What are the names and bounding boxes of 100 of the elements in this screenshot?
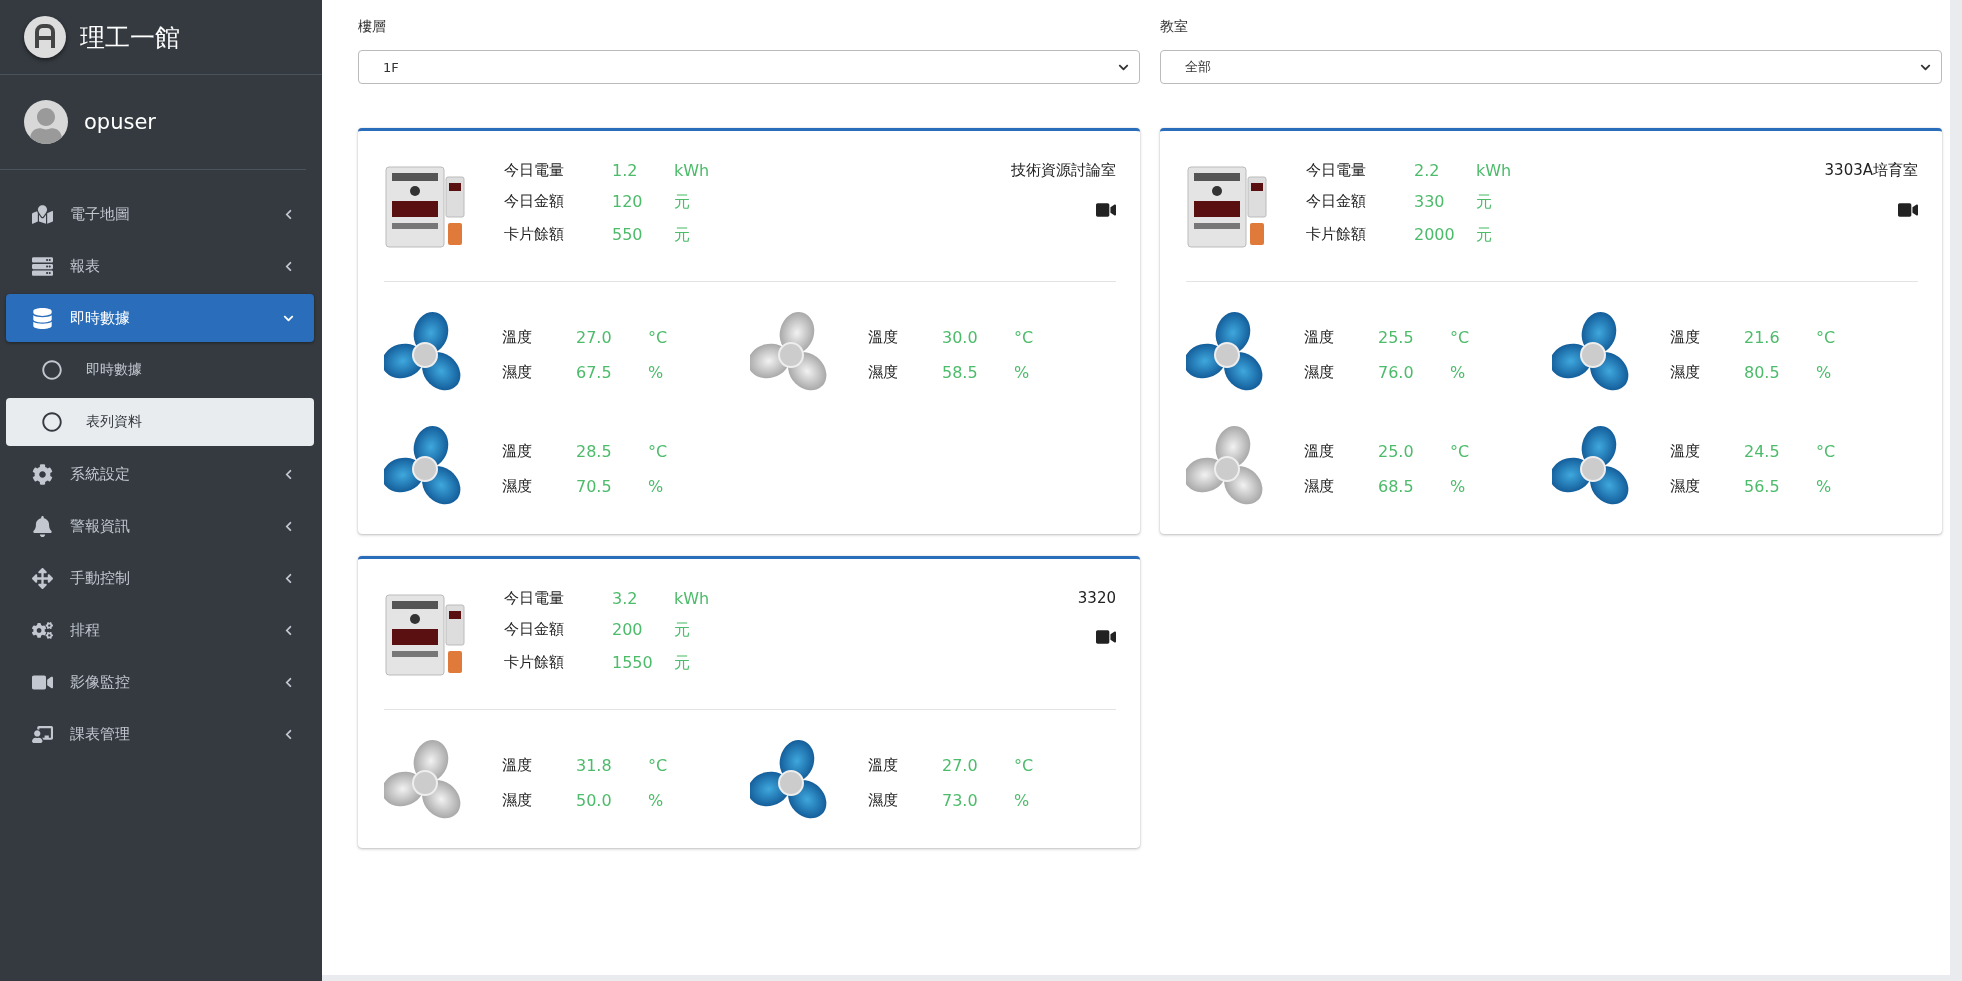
reading-value: 58.5 [942, 363, 979, 382]
reading-label: 今日金額 [1306, 192, 1367, 212]
menu-icon [31, 307, 53, 329]
menu-item[interactable]: 電子地圖 [6, 190, 314, 238]
reading-value: 56.5 [1744, 477, 1781, 496]
reading-value: 73.0 [942, 791, 979, 810]
reading-value: 27.0 [576, 328, 613, 347]
reading-value: 25.0 [1378, 442, 1415, 461]
menu-icon [31, 723, 53, 745]
reading-unit: kWh [674, 161, 710, 180]
reading-value: 21.6 [1744, 328, 1781, 347]
reading-label: 溫度 [1670, 442, 1701, 461]
reading-unit: 元 [674, 192, 691, 213]
reading-unit: % [1450, 477, 1467, 496]
reading-value: 1.2 [612, 161, 639, 180]
reading-label: 溫度 [1670, 328, 1701, 347]
reading-label: 濕度 [502, 477, 533, 496]
reading-unit: % [1816, 363, 1833, 382]
reading-value: 27.0 [942, 756, 979, 775]
reading-unit: 元 [1476, 225, 1493, 246]
reading-value: 200 [612, 620, 644, 641]
reading-label: 卡片餘額 [504, 653, 565, 673]
camera-icon[interactable] [1096, 627, 1116, 647]
reading-value: 2.2 [1414, 161, 1441, 180]
menu-item[interactable]: 手動控制 [6, 554, 314, 602]
menu-icon [31, 203, 53, 225]
reading-label: 濕度 [1304, 363, 1335, 382]
menu-item[interactable]: 系統設定 [6, 450, 314, 498]
reading-label: 卡片餘額 [504, 225, 565, 245]
select-field[interactable]: 全部 [1160, 50, 1942, 84]
reading-label: 今日金額 [504, 620, 565, 640]
filter-label: 樓層 [358, 18, 387, 36]
reading-label: 濕度 [502, 363, 533, 382]
room-name: 3320 [1077, 589, 1116, 607]
reading-label: 溫度 [868, 328, 899, 347]
user-name: opuser [84, 110, 156, 134]
menu-icon [31, 567, 53, 589]
menu-item[interactable]: 報表 [6, 242, 314, 290]
reading-value: 31.8 [576, 756, 613, 775]
reading-unit: °C [1014, 328, 1034, 347]
reading-label: 溫度 [868, 756, 899, 775]
menu-item[interactable]: 即時數據 [6, 294, 314, 342]
reading-unit: °C [1450, 442, 1470, 461]
reading-unit: °C [1014, 756, 1034, 775]
room-name: 技術資源討論室 [1011, 161, 1116, 180]
reading-unit: kWh [674, 589, 710, 608]
reading-value: 50.0 [576, 791, 613, 810]
reading-unit: % [1014, 363, 1031, 382]
avatar-icon [24, 100, 68, 144]
reading-label: 溫度 [502, 328, 533, 347]
reading-unit: 元 [674, 653, 691, 674]
reading-label: 今日電量 [504, 161, 565, 180]
camera-icon[interactable] [1898, 200, 1918, 220]
reading-label: 濕度 [502, 791, 533, 810]
reading-unit: % [648, 477, 665, 496]
reading-label: 濕度 [1670, 363, 1701, 382]
reading-value: 67.5 [576, 363, 613, 382]
reading-label: 溫度 [502, 442, 533, 461]
reading-value: 24.5 [1744, 442, 1781, 461]
filter-label: 教室 [1160, 18, 1189, 36]
reading-unit: °C [648, 756, 668, 775]
reading-unit: % [648, 363, 665, 382]
menu-icon [31, 255, 53, 277]
reading-unit: 元 [674, 225, 691, 246]
reading-label: 溫度 [502, 756, 533, 775]
submenu-item[interactable]: 表列資料 [6, 398, 314, 446]
reading-value: 70.5 [576, 477, 613, 496]
reading-unit: 元 [1476, 192, 1493, 213]
reading-unit: °C [1450, 328, 1470, 347]
reading-unit: 元 [674, 620, 691, 641]
reading-value: 68.5 [1378, 477, 1415, 496]
reading-unit: % [648, 791, 665, 810]
menu-icon [31, 619, 53, 641]
room-name: 3303A培育室 [1824, 161, 1918, 180]
menu-item[interactable]: 排程 [6, 606, 314, 654]
reading-label: 濕度 [1670, 477, 1701, 496]
reading-label: 今日金額 [504, 192, 565, 212]
menu-item[interactable]: 影像監控 [6, 658, 314, 706]
menu-icon [31, 515, 53, 537]
reading-value: 25.5 [1378, 328, 1415, 347]
menu-item[interactable]: 警報資訊 [6, 502, 314, 550]
reading-unit: °C [648, 442, 668, 461]
submenu-item[interactable]: 即時數據 [6, 346, 314, 394]
reading-value: 550 [612, 225, 644, 246]
select-field[interactable]: 1F [358, 50, 1140, 84]
reading-value: 28.5 [576, 442, 613, 461]
camera-icon[interactable] [1096, 200, 1116, 220]
reading-unit: % [1014, 791, 1031, 810]
reading-value: 76.0 [1378, 363, 1415, 382]
reading-unit: % [1816, 477, 1833, 496]
menu-item[interactable]: 課表管理 [6, 710, 314, 758]
reading-value: 3.2 [612, 589, 639, 608]
reading-value: 80.5 [1744, 363, 1781, 382]
reading-unit: °C [648, 328, 668, 347]
reading-label: 濕度 [868, 363, 899, 382]
reading-unit: % [1450, 363, 1467, 382]
reading-unit: kWh [1476, 161, 1512, 180]
reading-label: 卡片餘額 [1306, 225, 1367, 245]
menu-icon [31, 463, 53, 485]
reading-label: 濕度 [1304, 477, 1335, 496]
